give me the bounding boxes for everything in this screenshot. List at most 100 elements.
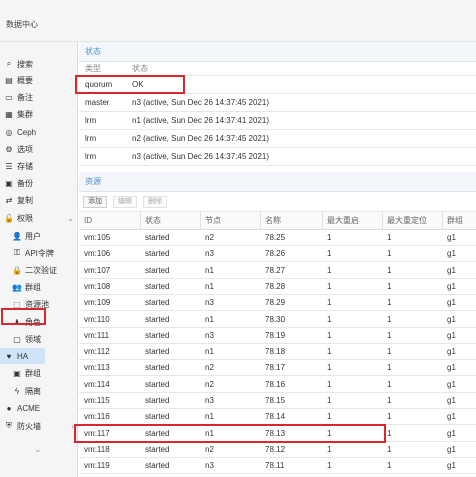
status-panel-title: 状态 — [79, 42, 476, 62]
table-row[interactable]: vm:106 started n3 78.26 1 1 g1 — [79, 246, 476, 263]
status-value: n3 (active, Sun Dec 26 14:37:45 2021) — [132, 152, 269, 161]
resources-panel-title: 资源 — [79, 172, 476, 192]
sidebar-item-label: 概要 — [17, 75, 33, 85]
cell-group: g1 — [447, 428, 456, 438]
note-icon: ▭ — [5, 92, 13, 102]
sidebar-item-realm[interactable]: ▢ 领域 — [0, 331, 78, 347]
sidebar-item-key[interactable]: ⚿ API令牌 — [0, 245, 78, 261]
cell-max-relocate: 1 — [387, 379, 392, 389]
database-icon: ☰ — [5, 161, 13, 171]
cell-max-restart: 1 — [327, 444, 332, 454]
column-header-id[interactable]: ID — [84, 212, 92, 230]
table-row[interactable]: vm:107 started n1 78.27 1 1 g1 — [79, 263, 476, 279]
table-row[interactable]: vm:114 started n2 78.16 1 1 g1 — [79, 377, 476, 393]
column-header-node[interactable]: 节点 — [205, 212, 221, 230]
main-content: 状态 类型 状态 quorum OK master n3 (active, Sun Dec… — [74, 42, 476, 477]
cell-node: n2 — [205, 379, 214, 389]
sidebar-item-label: API令牌 — [25, 248, 54, 258]
sidebar-item-lock[interactable]: 🔒 二次验证 — [0, 262, 78, 278]
cell-max-relocate: 1 — [387, 396, 392, 405]
table-row[interactable]: vm:115 started n3 78.15 1 1 g1 — [79, 393, 476, 409]
cell-group: g1 — [447, 298, 456, 308]
sidebar-item-unlock[interactable]: 🔓 权限 ⌄ — [0, 210, 78, 226]
table-row[interactable]: vm:105 started n2 78.25 1 1 g1 — [79, 230, 476, 246]
column-header-max-restart[interactable]: 最大重启 — [327, 212, 359, 230]
sidebar-item-certificate[interactable]: ● ACME — [0, 400, 78, 416]
cell-name: 78.11 — [265, 461, 285, 471]
table-row[interactable]: vm:113 started n2 78.17 1 1 g1 — [79, 360, 476, 377]
cell-name: 78.30 — [265, 314, 286, 324]
sidebar-item-users[interactable]: 👥 群组 — [0, 279, 78, 295]
table-row[interactable]: vm:112 started n1 78.18 1 1 g1 — [79, 344, 476, 361]
column-header-max-relocate[interactable]: 最大重定位 — [387, 212, 427, 230]
cell-id: vm:109 — [84, 298, 111, 308]
column-header-type: 类型 — [85, 64, 101, 73]
column-header-state[interactable]: 状态 — [145, 212, 161, 230]
certificate-icon: ● — [6, 403, 12, 413]
sidebar-item-database[interactable]: ☰ 存储 — [0, 158, 78, 174]
column-divider — [322, 212, 323, 230]
sidebar-item-retweet[interactable]: ⇄ 复制 — [0, 192, 78, 208]
remove-button[interactable]: 删除 — [143, 196, 167, 208]
column-header-status: 状态 — [132, 64, 148, 73]
cell-state: started — [145, 314, 170, 324]
cell-state: started — [145, 281, 170, 291]
table-row[interactable]: vm:119 started n3 78.11 1 1 g1 — [79, 458, 476, 475]
cell-max-relocate: 1 — [387, 249, 392, 259]
sidebar-item-heartbeat[interactable]: ♥ HA — [0, 348, 45, 364]
status-row[interactable]: master n3 (active, Sun Dec 26 14:37:45 20… — [79, 94, 476, 112]
table-row[interactable]: vm:110 started n1 78.30 1 1 g1 — [79, 312, 476, 328]
table-row[interactable]: vm:118 started n2 78.12 1 1 g1 — [79, 442, 476, 458]
table-row[interactable]: vm:111 started n3 78.19 1 1 g1 — [79, 328, 476, 344]
cell-state: started — [145, 461, 170, 471]
unlock-icon: 🔓 — [4, 213, 14, 223]
column-header-group[interactable]: 群组 — [447, 212, 463, 230]
cell-name: 78.18 — [265, 347, 286, 357]
cell-group: g1 — [447, 314, 456, 324]
table-row[interactable]: vm:108 started n1 78.28 1 1 g1 — [79, 279, 476, 295]
sidebar-item-user[interactable]: 👤 用户 — [0, 228, 78, 244]
search-icon: ⌕ — [6, 59, 12, 68]
sidebar-item-note[interactable]: ▭ 备注 — [0, 89, 78, 105]
sidebar-item-search[interactable]: ⌕ 搜索 — [0, 56, 78, 72]
scroll-down-icon[interactable]: ⌄ — [34, 444, 42, 455]
sidebar-item-shield[interactable]: ⛨ 防火墙 › — [0, 418, 78, 434]
table-row[interactable]: vm:109 started n3 78.29 1 1 g1 — [79, 295, 476, 312]
cell-id: vm:107 — [84, 265, 111, 275]
sidebar-item-label: 群组 — [25, 368, 41, 378]
cell-max-restart: 1 — [327, 249, 332, 259]
cell-id: vm:108 — [84, 281, 111, 291]
breadcrumb: 数据中心 — [6, 20, 38, 29]
column-divider — [442, 212, 443, 230]
status-row[interactable]: lrm n1 (active, Sun Dec 26 14:37:41 2021) — [79, 112, 476, 130]
sidebar-item-bolt[interactable]: ϟ 隔离 — [0, 383, 78, 399]
status-row[interactable]: lrm n2 (active, Sun Dec 26 14:37:45 2021) — [79, 130, 476, 148]
cell-state: started — [145, 379, 170, 389]
bolt-icon: ϟ — [14, 386, 20, 396]
sidebar-item-label: 搜索 — [17, 59, 33, 69]
cell-name: 78.16 — [265, 379, 286, 389]
column-header-name[interactable]: 名称 — [265, 212, 281, 230]
status-value: n1 (active, Sun Dec 26 14:37:41 2021) — [132, 116, 269, 125]
add-button[interactable]: 添加 — [83, 196, 107, 208]
cell-max-restart: 1 — [327, 298, 332, 308]
cell-max-relocate: 1 — [387, 428, 392, 438]
cell-node: n3 — [205, 249, 214, 259]
edit-button[interactable]: 编辑 — [113, 196, 137, 208]
sidebar-item-backup[interactable]: ▣ 备份 — [0, 175, 78, 191]
cell-name: 78.26 — [265, 249, 286, 259]
vm117-highlight-box — [74, 423, 386, 443]
status-row[interactable]: lrm n3 (active, Sun Dec 26 14:37:45 2021) — [79, 148, 476, 166]
cell-max-restart: 1 — [327, 396, 332, 405]
cell-node: n3 — [205, 461, 214, 471]
sidebar-item-server[interactable]: ▦ 集群 — [0, 106, 78, 122]
sidebar-item-ceph[interactable]: ◎ Ceph — [0, 124, 78, 140]
cell-id: vm:115 — [84, 396, 110, 405]
sidebar-item-book[interactable]: ▤ 概要 — [0, 72, 78, 88]
sidebar-item-object-group[interactable]: ▣ 群组 — [0, 365, 78, 381]
sidebar-item-gear[interactable]: ⚙ 选项 — [0, 141, 78, 157]
cell-id: vm:119 — [84, 461, 110, 471]
cell-node: n3 — [205, 298, 214, 308]
lock-icon: 🔒 — [12, 265, 22, 275]
cell-state: started — [145, 265, 170, 275]
